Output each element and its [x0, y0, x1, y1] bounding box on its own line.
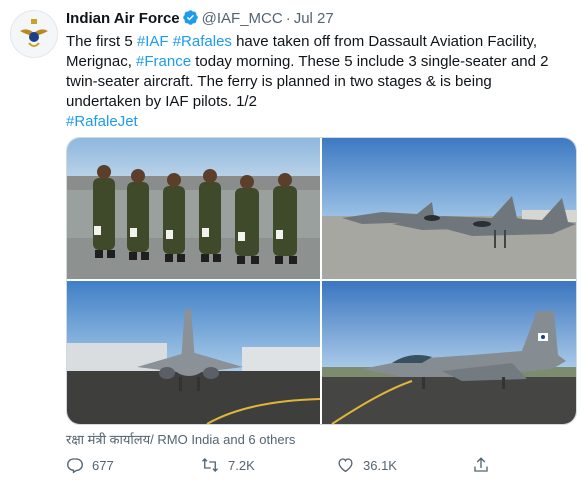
- action-bar: 677 7.2K 36.1K: [66, 456, 506, 478]
- rafale-row-photo[interactable]: [322, 138, 576, 279]
- air-force-crest-icon: [20, 19, 48, 47]
- tweet-header: Indian Air Force @IAF_MCC · Jul 27: [66, 9, 334, 32]
- share-button[interactable]: [472, 456, 498, 474]
- tagged-users[interactable]: रक्षा मंत्री कार्यालय/ RMO India and 6 o…: [66, 430, 295, 448]
- retweet-count: 7.2K: [228, 457, 255, 473]
- reply-icon: [67, 458, 83, 474]
- retweet-icon: [202, 458, 218, 472]
- like-button[interactable]: 36.1K: [336, 456, 397, 474]
- like-count: 36.1K: [363, 457, 397, 473]
- reply-count: 677: [92, 457, 114, 473]
- media-grid: [66, 137, 577, 425]
- tweet-text: The first 5 #IAF #Rafales have taken off…: [66, 32, 566, 132]
- tweet-text-segment: The first 5: [66, 33, 137, 50]
- rafale-side-photo[interactable]: [322, 281, 576, 424]
- separator-dot: ·: [285, 10, 291, 27]
- hashtag-rafales[interactable]: #Rafales: [173, 33, 232, 50]
- tweet-date[interactable]: Jul 27: [294, 10, 334, 27]
- reply-button[interactable]: 677: [66, 456, 114, 474]
- avatar[interactable]: [10, 10, 58, 58]
- pilots-group-photo[interactable]: [67, 138, 320, 279]
- share-icon: [474, 457, 488, 472]
- hashtag-iaf[interactable]: #IAF: [137, 33, 169, 50]
- hashtag-france[interactable]: #France: [136, 53, 191, 70]
- like-icon: [338, 458, 353, 473]
- verified-badge-icon: [182, 9, 199, 32]
- author-handle[interactable]: @IAF_MCC: [202, 10, 283, 27]
- author-name[interactable]: Indian Air Force: [66, 10, 180, 27]
- retweet-button[interactable]: 7.2K: [200, 456, 255, 474]
- rafale-front-photo[interactable]: [67, 281, 320, 424]
- hashtag-rafalejet[interactable]: #RafaleJet: [66, 113, 138, 130]
